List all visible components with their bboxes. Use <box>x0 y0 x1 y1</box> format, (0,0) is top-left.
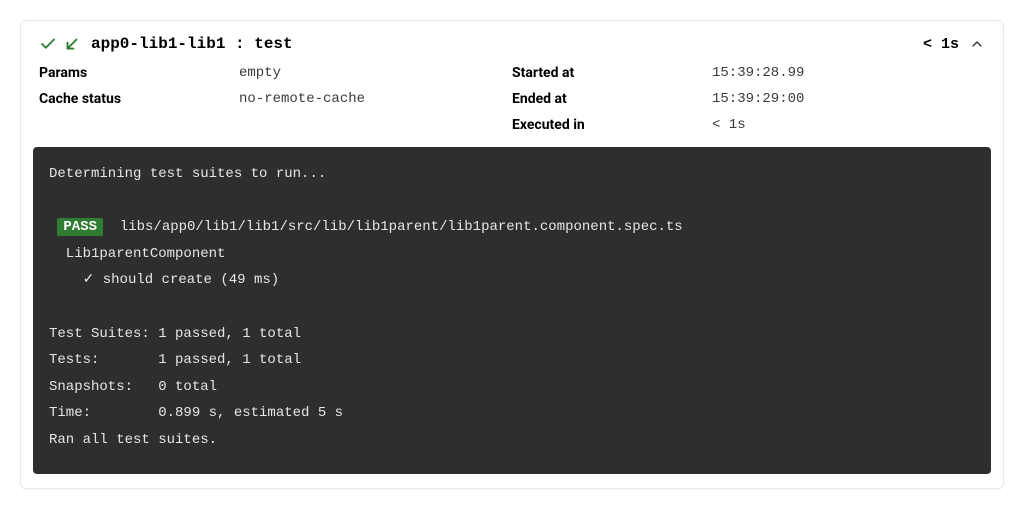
started-at-label: Started at <box>512 65 712 81</box>
meta-grid: Params empty Cache status no-remote-cach… <box>21 63 1003 141</box>
terminal-line: Time: 0.899 s, estimated 5 s <box>49 405 343 421</box>
chevron-up-icon[interactable] <box>969 36 985 52</box>
task-duration: < 1s <box>923 36 959 53</box>
params-value: empty <box>239 65 281 81</box>
terminal-line: Snapshots: 0 total <box>49 379 217 395</box>
meta-col-right: Started at 15:39:28.99 Ended at 15:39:29… <box>512 65 985 133</box>
terminal-line: Test Suites: 1 passed, 1 total <box>49 326 301 342</box>
executed-in-label: Executed in <box>512 117 712 133</box>
task-header[interactable]: app0-lib1-lib1 : test < 1s <box>21 21 1003 63</box>
check-icon <box>39 35 57 53</box>
meta-row-ended: Ended at 15:39:29:00 <box>512 91 985 107</box>
executed-in-value: < 1s <box>712 117 746 133</box>
meta-row-params: Params empty <box>39 65 512 81</box>
ended-at-value: 15:39:29:00 <box>712 91 804 107</box>
cache-status-value: no-remote-cache <box>239 91 365 107</box>
terminal-output: Determining test suites to run... PASS l… <box>33 147 991 474</box>
terminal-line: Ran all test suites. <box>49 432 217 448</box>
task-title: app0-lib1-lib1 : test <box>91 35 293 53</box>
meta-row-executed: Executed in < 1s <box>512 117 985 133</box>
meta-row-cache: Cache status no-remote-cache <box>39 91 512 107</box>
params-label: Params <box>39 65 239 81</box>
meta-col-left: Params empty Cache status no-remote-cach… <box>39 65 512 133</box>
started-at-value: 15:39:28.99 <box>712 65 804 81</box>
header-icons <box>39 35 81 53</box>
cache-status-label: Cache status <box>39 91 239 107</box>
ended-at-label: Ended at <box>512 91 712 107</box>
terminal-line: libs/app0/lib1/lib1/src/lib/lib1parent/l… <box>103 219 683 235</box>
pass-badge: PASS <box>57 218 103 236</box>
terminal-line: ✓ should create (49 ms) <box>49 272 279 288</box>
task-card: app0-lib1-lib1 : test < 1s Params empty … <box>20 20 1004 489</box>
terminal-line: Determining test suites to run... <box>49 166 326 182</box>
terminal-line: Lib1parentComponent <box>49 246 225 262</box>
arrow-down-left-icon <box>63 35 81 53</box>
terminal-line: Tests: 1 passed, 1 total <box>49 352 301 368</box>
meta-row-started: Started at 15:39:28.99 <box>512 65 985 81</box>
